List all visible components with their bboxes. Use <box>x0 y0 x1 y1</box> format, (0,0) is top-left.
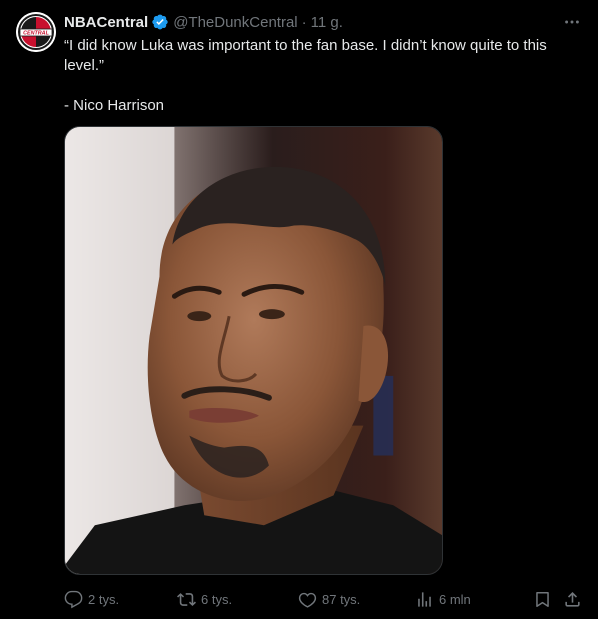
reply-count: 2 tys. <box>88 591 120 607</box>
views-count: 6 mln <box>439 591 471 607</box>
reply-icon <box>64 590 83 608</box>
retweet-icon <box>177 592 196 606</box>
tweet-timestamp[interactable]: 11 g. <box>311 14 343 31</box>
views-button[interactable]: 6 mln <box>415 588 471 610</box>
author-handle[interactable]: @TheDunkCentral <box>173 14 297 31</box>
avatar-logo-text: CENTRAL <box>23 31 49 37</box>
like-count: 87 tys. <box>322 591 361 607</box>
heart-icon <box>298 592 317 608</box>
tweet-header: NBACentral @TheDunkCentral · 11 g. <box>64 12 343 32</box>
more-options-icon[interactable] <box>562 12 582 32</box>
nbacentral-logo: CENTRAL <box>16 12 56 52</box>
share-button[interactable] <box>563 588 582 610</box>
views-chart-icon <box>418 591 431 607</box>
tweet-card[interactable]: CENTRAL NBACentral @TheDunkCentral · 11 … <box>0 0 598 619</box>
reply-button[interactable]: 2 tys. <box>64 588 119 610</box>
tweet-text: “I did know Luka was important to the fa… <box>64 37 547 114</box>
bookmark-icon <box>536 591 549 607</box>
verified-badge-icon[interactable] <box>151 13 169 31</box>
tweet-photo[interactable] <box>64 126 443 575</box>
like-button[interactable]: 87 tys. <box>298 588 360 610</box>
retweet-count: 6 tys. <box>201 591 233 607</box>
bookmark-button[interactable] <box>533 588 552 610</box>
avatar[interactable]: CENTRAL <box>16 12 56 52</box>
author-name[interactable]: NBACentral <box>64 14 148 31</box>
retweet-button[interactable]: 6 tys. <box>177 588 232 610</box>
portrait-photo <box>65 127 442 574</box>
tweet-actions-bar: 2 tys. 6 tys. 87 tys. 6 mln <box>64 588 584 610</box>
separator-dot: · <box>301 13 307 31</box>
share-icon <box>565 591 580 607</box>
